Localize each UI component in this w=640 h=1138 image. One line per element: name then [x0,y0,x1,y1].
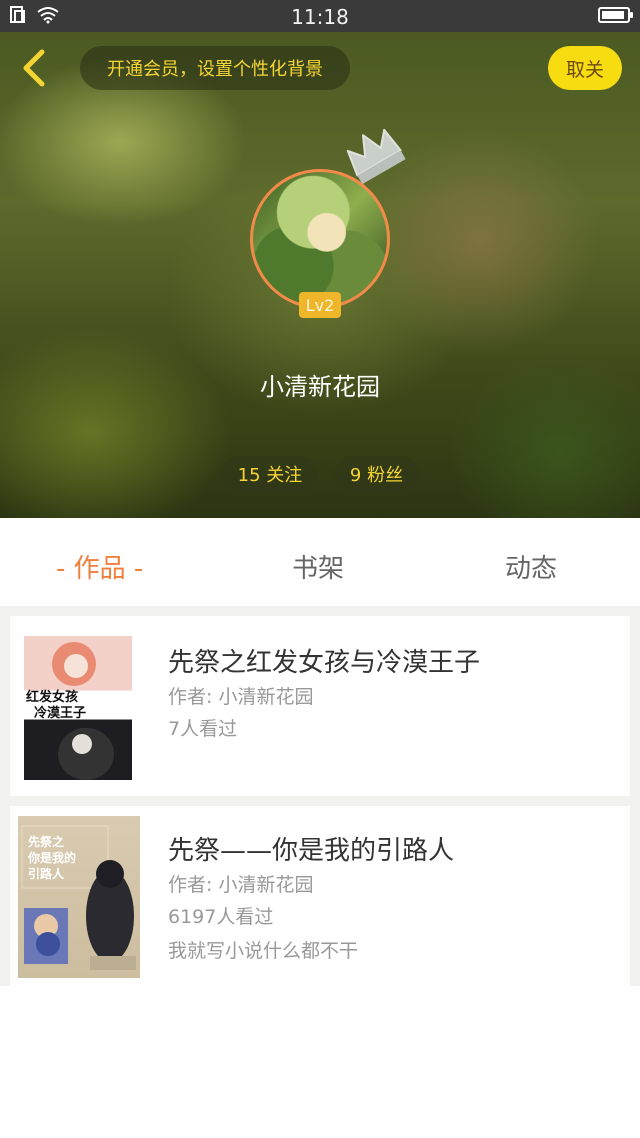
book-author: 作者: 小清新花园 [168,874,314,896]
avatar[interactable] [250,169,390,309]
status-time: 11:18 [291,5,349,29]
works-list: 红发女孩 冷漠王子 先祭之红发女孩与冷漠王子 作者: 小清新花园 7人看过 先祭… [0,606,640,986]
back-chevron-icon [23,49,45,87]
battery-fill [602,11,624,19]
tab-bar: - 作品 - 书架 动态 [0,518,640,606]
vip-background-prompt[interactable]: 开通会员，设置个性化背景 [80,46,350,90]
book-title: 先祭——你是我的引路人 [168,836,455,866]
username: 小清新花园 [260,373,380,401]
book-author: 作者: 小清新花园 [168,686,314,708]
book-title: 先祭之红发女孩与冷漠王子 [168,648,481,678]
status-bar: 11:18 [0,0,640,32]
list-item[interactable]: 红发女孩 冷漠王子 先祭之红发女孩与冷漠王子 作者: 小清新花园 7人看过 [10,616,630,796]
unfollow-button[interactable]: 取关 [548,46,622,90]
book-description: 我就写小说什么都不干 [168,940,359,962]
level-badge: Lv2 [299,292,341,318]
book-views: 7人看过 [168,718,238,740]
cover-title-line: 红发女孩 [26,690,79,705]
cover-title-line: 引路人 [28,867,65,881]
tab-activity[interactable]: 动态 [505,548,557,585]
cover-title-line: 先祭之 [28,835,65,849]
cover-title-line: 你是我的 [28,851,77,865]
following-count[interactable]: 15 关注 [222,456,318,492]
fans-count[interactable]: 9 粉丝 [335,456,418,492]
back-button[interactable] [16,46,56,90]
tab-works[interactable]: - 作品 - [56,548,143,585]
profile-header: 开通会员，设置个性化背景 取关 Lv2 小清新花园 15 关注 9 粉丝 [0,32,640,518]
battery-icon [598,7,633,23]
book-cover: 红发女孩 冷漠王子 [24,636,132,780]
list-item[interactable]: 先祭之 你是我的 引路人 先祭——你是我的引路人 作者: 小清新花园 6197人… [10,806,630,986]
book-cover: 先祭之 你是我的 引路人 [18,816,140,978]
cover-title-line: 冷漠王子 [34,706,87,721]
tab-bookshelf[interactable]: 书架 [292,548,344,585]
book-views: 6197人看过 [168,906,274,928]
